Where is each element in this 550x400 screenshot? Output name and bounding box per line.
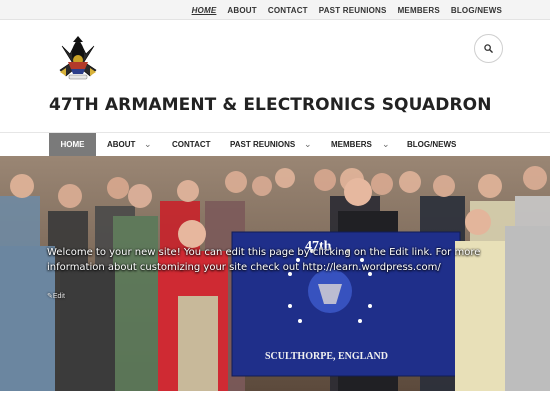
- main-nav: HOME ABOUT ⌄ CONTACT PAST REUNIONS ⌄ MEM…: [0, 132, 550, 157]
- welcome-message: Welcome to your new site! You can edit t…: [47, 245, 517, 275]
- chevron-down-icon[interactable]: ⌄: [144, 133, 152, 157]
- edit-link[interactable]: ✎Edit: [47, 292, 65, 300]
- hero-banner: 47th SCULTHORPE, ENGLAND Welcome to your…: [0, 156, 550, 391]
- top-nav-about[interactable]: ABOUT: [227, 6, 256, 15]
- top-nav-blog-news[interactable]: BLOG/NEWS: [451, 6, 502, 15]
- top-nav-members[interactable]: MEMBERS: [398, 6, 440, 15]
- page-bottom: [0, 391, 550, 400]
- search-icon: [484, 40, 493, 58]
- main-nav-contact[interactable]: CONTACT: [172, 133, 211, 157]
- main-nav-past-reunions[interactable]: PAST REUNIONS: [230, 133, 295, 157]
- main-nav-members[interactable]: MEMBERS: [331, 133, 372, 157]
- chevron-down-icon[interactable]: ⌄: [304, 133, 312, 157]
- main-nav-about[interactable]: ABOUT: [107, 133, 135, 157]
- top-nav-past-reunions[interactable]: PAST REUNIONS: [319, 6, 387, 15]
- search-button[interactable]: [474, 34, 503, 63]
- flag-caption: SCULTHORPE, ENGLAND: [265, 351, 388, 362]
- site-title[interactable]: 47TH ARMAMENT & ELECTRONICS SQUADRON: [49, 95, 492, 115]
- learn-wordpress-link[interactable]: http://learn.wordpress.com/: [302, 262, 440, 273]
- main-nav-home[interactable]: HOME: [49, 133, 96, 157]
- top-utility-bar: HOME ABOUT CONTACT PAST REUNIONS MEMBERS…: [0, 0, 550, 20]
- main-nav-blog-news[interactable]: BLOG/NEWS: [407, 133, 456, 157]
- top-nav: HOME ABOUT CONTACT PAST REUNIONS MEMBERS…: [181, 0, 502, 20]
- squadron-emblem-icon[interactable]: [52, 32, 104, 84]
- top-nav-contact[interactable]: CONTACT: [268, 6, 308, 15]
- edit-label[interactable]: Edit: [53, 293, 65, 300]
- chevron-down-icon[interactable]: ⌄: [382, 133, 390, 157]
- top-nav-home[interactable]: HOME: [192, 6, 217, 15]
